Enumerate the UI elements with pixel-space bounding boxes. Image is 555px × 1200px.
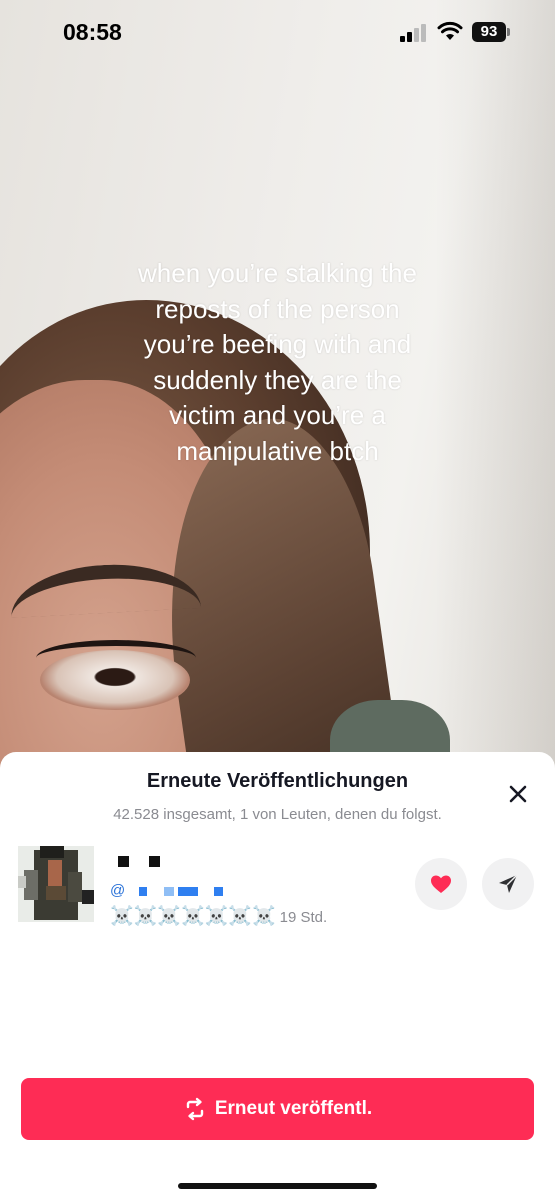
username-redacted: [118, 854, 180, 872]
redacted-block: [177, 886, 198, 896]
battery-tip: [507, 28, 510, 36]
home-indicator: [178, 1183, 377, 1189]
redacted-block: [139, 886, 148, 896]
reposts-sheet: Erneute Veröffentlichungen 42.528 insges…: [0, 752, 555, 1200]
like-button[interactable]: [415, 858, 467, 910]
avatar[interactable]: [18, 846, 94, 922]
repost-button-label: Erneut veröffentl.: [214, 1098, 373, 1119]
battery-indicator: 93: [472, 22, 506, 42]
close-icon[interactable]: [503, 779, 533, 809]
status-bar: 08:58 93: [0, 0, 555, 66]
cellular-signal-icon: [400, 24, 428, 42]
repost-meta: ☠️☠️☠️☠️☠️☠️☠️ 19 Std.: [110, 904, 327, 928]
video-player[interactable]: when you’re stalking the reposts of the …: [0, 0, 555, 790]
heart-icon: [431, 875, 451, 893]
skull-emojis: ☠️☠️☠️☠️☠️☠️☠️: [110, 906, 276, 927]
repost-button[interactable]: Erneut veröffentl.: [21, 1078, 534, 1140]
handle-prefix: @: [110, 882, 126, 899]
sheet-subtitle: 42.528 insgesamt, 1 von Leuten, denen du…: [113, 806, 442, 823]
wifi-icon: [437, 21, 463, 40]
send-icon: [499, 874, 518, 893]
repost-list-item[interactable]: @ ☠️☠️☠️☠️☠️☠️☠️ 19 Std.: [0, 840, 555, 930]
time-ago: 19 Std.: [279, 909, 328, 926]
redacted-block: [163, 886, 174, 896]
send-button[interactable]: [482, 858, 534, 910]
video-caption: when you’re stalking the reposts of the …: [138, 258, 417, 466]
user-handle[interactable]: @: [110, 882, 223, 899]
repost-icon: [186, 1097, 204, 1121]
sheet-title: Erneute Veröffentlichungen: [146, 770, 409, 792]
redacted-block: [213, 886, 223, 896]
status-time: 08:58: [63, 19, 122, 45]
eye: [40, 650, 190, 710]
